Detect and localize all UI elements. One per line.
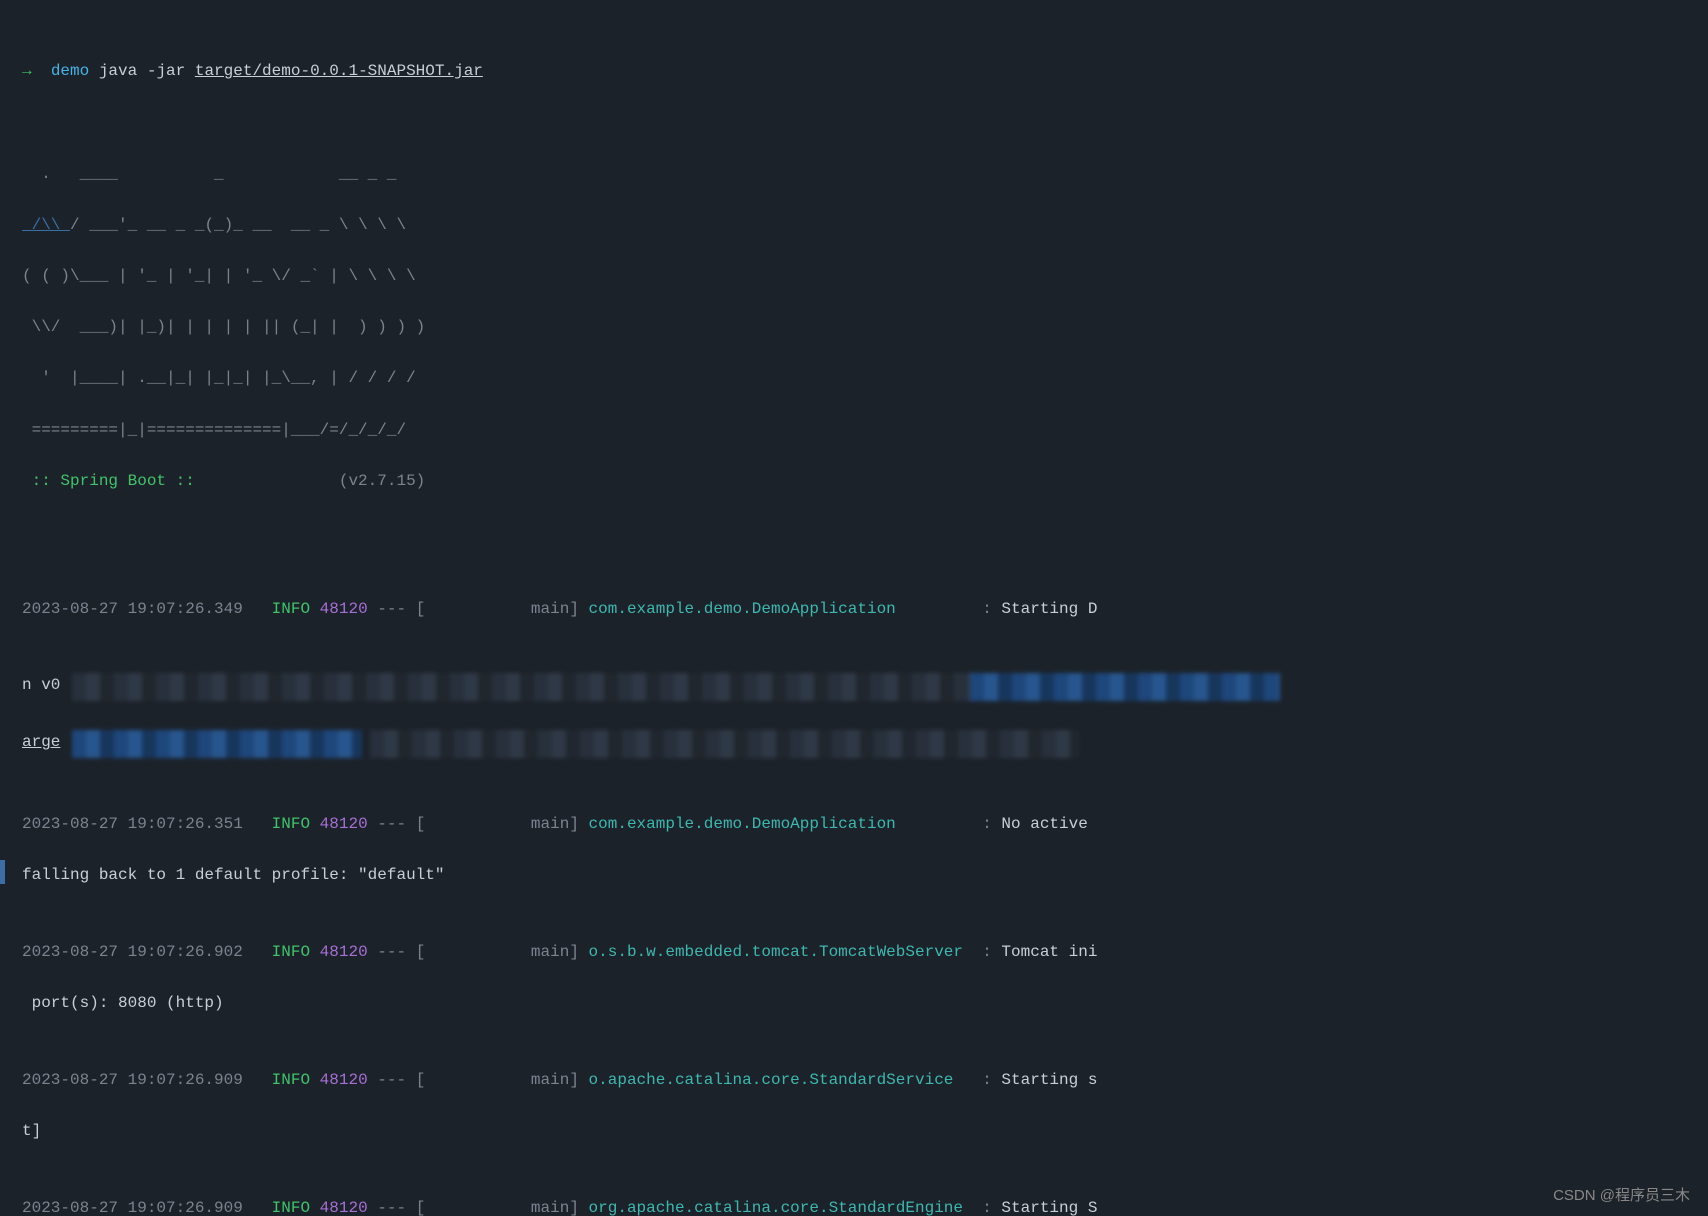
log-wrap: falling back to 1 default profile: "defa…: [0, 863, 1708, 889]
log-wrap: t]: [0, 1119, 1708, 1145]
blank-line: [0, 520, 1708, 546]
log-line: 2023-08-27 19:07:26.351 INFO 48120 --- […: [0, 812, 1708, 838]
prompt-line: → demo java -jar target/demo-0.0.1-SNAPS…: [0, 59, 1708, 85]
redacted-row: arge: [0, 730, 1708, 761]
terminal-window[interactable]: → demo java -jar target/demo-0.0.1-SNAPS…: [0, 0, 1708, 1216]
banner-l4: \\/ ___)| |_)| | | | | || (_| | ) ) ) ): [0, 315, 1708, 341]
watermark: CSDN @程序员三木: [1553, 1184, 1690, 1208]
spring-boot-line: :: Spring Boot :: (v2.7.15): [0, 469, 1708, 495]
spring-version: (v2.7.15): [195, 472, 425, 490]
spring-label: :: Spring Boot ::: [22, 472, 195, 490]
banner-l2: /\\ / ___'_ __ _ _(_)_ __ __ _ \ \ \ \: [0, 213, 1708, 239]
blank-line: [0, 110, 1708, 136]
banner-link: /\\: [22, 216, 70, 234]
prompt-dir: demo: [51, 62, 89, 80]
banner-l1: . ____ _ __ _ _: [0, 162, 1708, 188]
log-line: 2023-08-27 19:07:26.909 INFO 48120 --- […: [0, 1068, 1708, 1094]
jar-path: target/demo-0.0.1-SNAPSHOT.jar: [195, 62, 483, 80]
log-line: 2023-08-27 19:07:26.902 INFO 48120 --- […: [0, 940, 1708, 966]
redacted-row: n v0: [0, 673, 1708, 704]
log-line: 2023-08-27 19:07:26.909 INFO 48120 --- […: [0, 1196, 1708, 1216]
prompt-arrow-icon: →: [22, 62, 32, 80]
cursor-icon: [0, 860, 5, 884]
banner-l6: =========|_|==============|___/=/_/_/_/: [0, 418, 1708, 444]
banner-l3: ( ( )\___ | '_ | '_| | '_ \/ _` | \ \ \ …: [0, 264, 1708, 290]
log-wrap: port(s): 8080 (http): [0, 991, 1708, 1017]
banner-l5: ' |____| .__|_| |_|_| |_\__, | / / / /: [0, 366, 1708, 392]
command-text: java -jar: [99, 62, 195, 80]
log-line: 2023-08-27 19:07:26.349 INFO 48120 --- […: [0, 597, 1708, 623]
